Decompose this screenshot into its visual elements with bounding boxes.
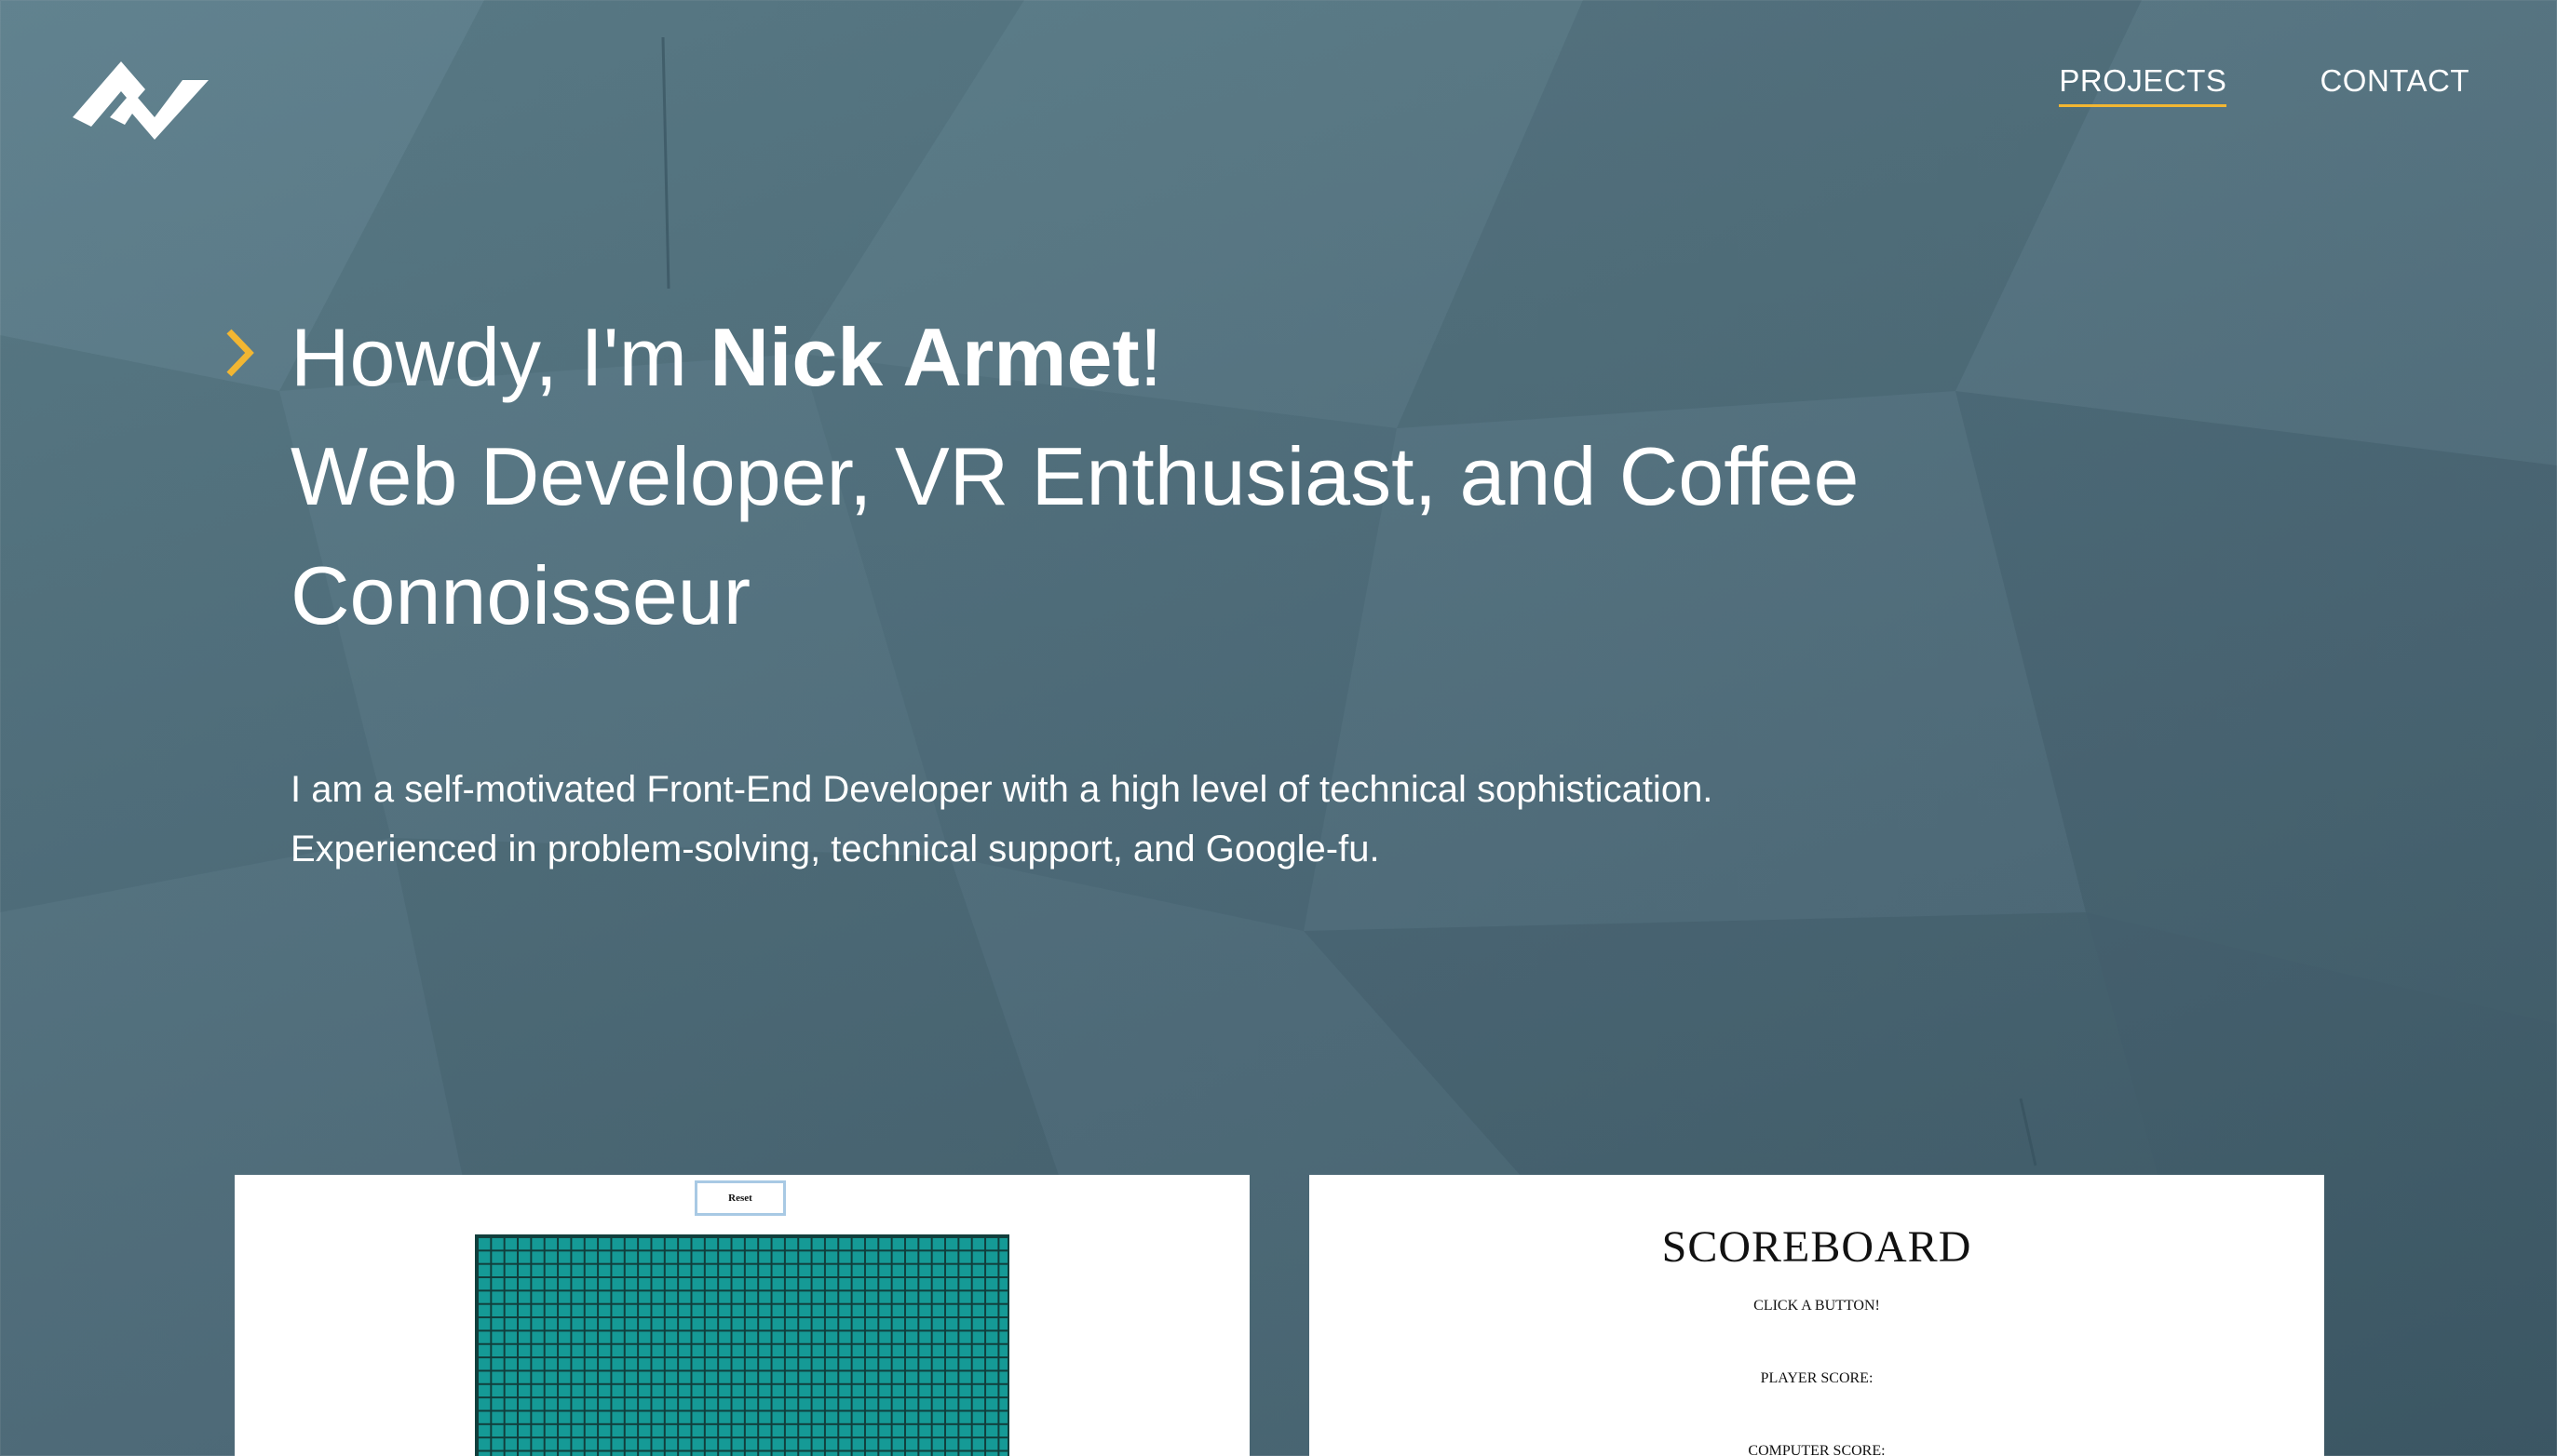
scoreboard-title: SCOREBOARD [1661,1222,1972,1272]
project-card-sketch[interactable]: Reset [235,1175,1250,1456]
reset-button[interactable]: Reset [695,1180,786,1216]
sketch-grid[interactable] [475,1234,1009,1456]
hero-tagline: Web Developer, VR Enthusiast, and Coffee… [291,430,1860,641]
scoreboard-message: CLICK A BUTTON! [1753,1298,1880,1314]
intro-line-1: I am a self-motivated Front-End Develope… [291,769,1713,810]
nav-projects-link[interactable]: PROJECTS [2059,63,2227,107]
greeting-suffix: ! [1139,311,1163,403]
hero-intro: I am a self-motivated Front-End Develope… [291,760,1929,879]
nav-contact-link[interactable]: CONTACT [2320,63,2469,107]
main-nav: PROJECTS CONTACT [2059,63,2469,107]
hero-section: Howdy, I'm Nick Armet! Web Developer, VR… [226,298,1967,879]
chevron-right-icon [226,329,254,377]
greeting-prefix: Howdy, I'm [291,311,710,403]
project-card-scoreboard[interactable]: SCOREBOARD CLICK A BUTTON! PLAYER SCORE:… [1309,1175,2324,1456]
computer-score-label: COMPUTER SCORE: [1748,1443,1886,1456]
hero-greeting: Howdy, I'm Nick Armet! [291,298,1967,417]
hero-name: Nick Armet [710,311,1140,403]
player-score-label: PLAYER SCORE: [1760,1370,1874,1386]
intro-line-2: Experienced in problem-solving, technica… [291,829,1380,870]
logo-icon[interactable] [73,52,212,143]
